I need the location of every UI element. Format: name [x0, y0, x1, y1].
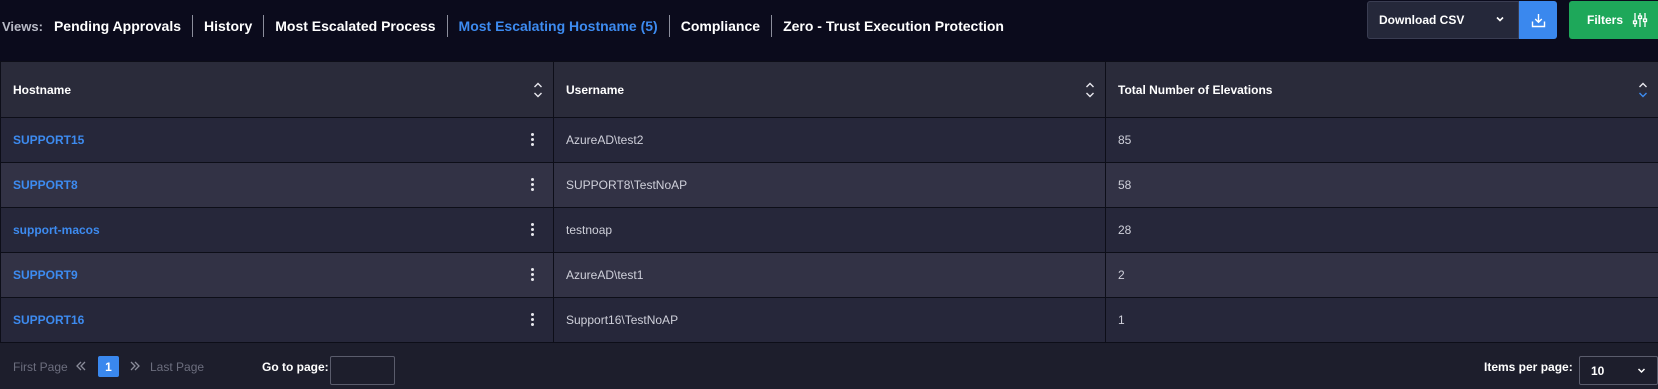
- sliders-icon: [1632, 13, 1648, 27]
- page-number-button[interactable]: 1: [98, 356, 119, 377]
- last-page-link[interactable]: Last Page: [150, 360, 204, 374]
- download-csv-button[interactable]: [1519, 1, 1557, 39]
- table-row: SUPPORT15 AzureAD\test2 85: [0, 117, 1658, 163]
- download-format-label: Download CSV: [1379, 13, 1465, 27]
- tab-most-escalating-hostname[interactable]: Most Escalating Hostname (5): [446, 15, 669, 37]
- tab-compliance[interactable]: Compliance: [668, 15, 771, 37]
- column-title-hostname: Hostname: [13, 82, 72, 97]
- elevations-cell: 85: [1105, 117, 1658, 163]
- table-header-row: Hostname Username Total Number of Elevat…: [0, 61, 1658, 118]
- username-cell: AzureAD\test2: [553, 117, 1106, 163]
- kebab-menu-icon[interactable]: [529, 176, 535, 194]
- username-cell: Support16\TestNoAP: [553, 297, 1106, 343]
- download-format-select[interactable]: Download CSV: [1367, 1, 1519, 39]
- elevations-cell: 28: [1105, 207, 1658, 253]
- elevations-cell: 2: [1105, 252, 1658, 298]
- username-cell: SUPPORT8\TestNoAP: [553, 162, 1106, 208]
- hostname-cell: support-macos: [0, 207, 554, 253]
- table-row: support-macos testnoap 28: [0, 207, 1658, 253]
- chevron-down-icon: [1496, 16, 1504, 22]
- elevations-cell: 58: [1105, 162, 1658, 208]
- column-header-hostname[interactable]: Hostname: [0, 61, 554, 118]
- go-to-page-input[interactable]: [330, 356, 395, 385]
- table-row: SUPPORT9 AzureAD\test1 2: [0, 252, 1658, 298]
- elevations-cell: 1: [1105, 297, 1658, 343]
- username-cell: testnoap: [553, 207, 1106, 253]
- items-per-page-select[interactable]: 10: [1579, 356, 1658, 385]
- column-title-total-elevations: Total Number of Elevations: [1118, 82, 1273, 97]
- kebab-menu-icon[interactable]: [529, 131, 535, 149]
- items-per-page-value: 10: [1591, 363, 1605, 378]
- kebab-menu-icon[interactable]: [529, 266, 535, 284]
- tab-most-escalated-process[interactable]: Most Escalated Process: [263, 15, 446, 37]
- items-per-page-label: Items per page:: [1484, 360, 1573, 374]
- hostname-link[interactable]: support-macos: [13, 223, 100, 237]
- tab-zero-trust-execution-protection[interactable]: Zero - Trust Execution Protection: [771, 15, 1015, 37]
- column-header-username[interactable]: Username: [553, 61, 1106, 118]
- hostname-link[interactable]: SUPPORT9: [13, 268, 78, 282]
- column-title-username: Username: [566, 82, 625, 97]
- go-to-page-label: Go to page:: [262, 360, 329, 374]
- table-row: SUPPORT16 Support16\TestNoAP 1: [0, 297, 1658, 343]
- chevron-down-icon: [1637, 368, 1646, 374]
- sort-icon[interactable]: [533, 81, 543, 99]
- table-row: SUPPORT8 SUPPORT8\TestNoAP 58: [0, 162, 1658, 208]
- hostname-link[interactable]: SUPPORT16: [13, 313, 84, 327]
- username-cell: AzureAD\test1: [553, 252, 1106, 298]
- hostname-cell: SUPPORT9: [0, 252, 554, 298]
- filters-button[interactable]: Filters: [1569, 1, 1658, 39]
- hostname-cell: SUPPORT16: [0, 297, 554, 343]
- filters-label: Filters: [1587, 13, 1624, 27]
- double-chevron-left-icon[interactable]: [75, 360, 87, 372]
- download-tray-icon: [1531, 13, 1545, 27]
- kebab-menu-icon[interactable]: [529, 221, 535, 239]
- hostname-cell: SUPPORT15: [0, 117, 554, 163]
- double-chevron-right-icon[interactable]: [129, 360, 141, 372]
- views-label: Views:: [2, 18, 43, 34]
- kebab-menu-icon[interactable]: [529, 311, 535, 329]
- tab-history[interactable]: History: [192, 15, 263, 37]
- sort-icon[interactable]: [1085, 81, 1095, 99]
- pagination-bar: First Page 1 Last Page Go to page: Items…: [0, 345, 1658, 389]
- sort-descending-icon[interactable]: [1638, 81, 1648, 99]
- column-header-total-elevations[interactable]: Total Number of Elevations: [1105, 61, 1658, 118]
- hostname-link[interactable]: SUPPORT15: [13, 133, 84, 147]
- first-page-link[interactable]: First Page: [13, 360, 68, 374]
- view-tabs: Pending Approvals History Most Escalated…: [54, 15, 1015, 37]
- views-bar: Views: Pending Approvals History Most Es…: [0, 0, 1330, 52]
- hostname-table: Hostname Username Total Number of Elevat…: [0, 61, 1658, 389]
- hostname-link[interactable]: SUPPORT8: [13, 178, 78, 192]
- hostname-cell: SUPPORT8: [0, 162, 554, 208]
- tab-pending-approvals[interactable]: Pending Approvals: [54, 15, 192, 37]
